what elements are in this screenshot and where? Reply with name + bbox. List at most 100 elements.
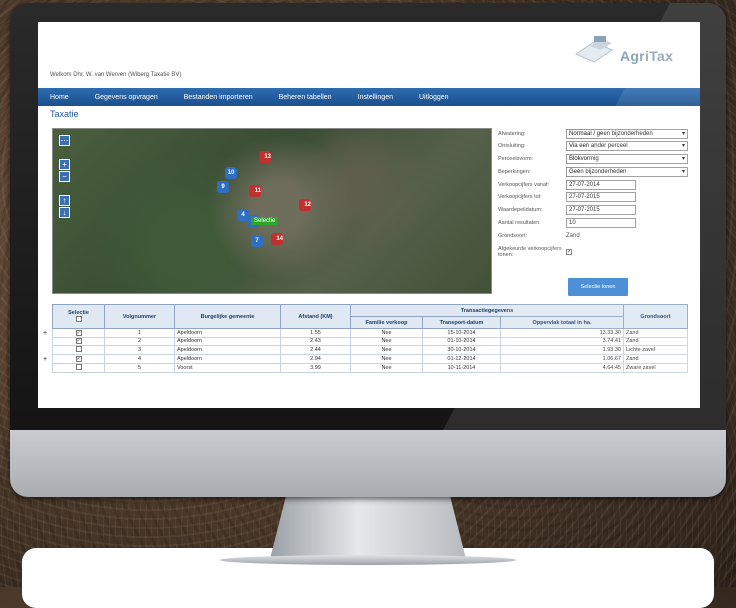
cell-nr: 5 bbox=[104, 362, 175, 373]
cell-nr: 4 bbox=[104, 354, 175, 364]
cell-opp: 1.93.30 bbox=[500, 345, 624, 356]
row-checkbox[interactable]: ✓ bbox=[75, 329, 82, 336]
cell-selectie: ✓ + bbox=[43, 328, 105, 338]
zoom-out-button[interactable]: − bbox=[59, 171, 70, 182]
cell-familie: Nee bbox=[350, 345, 423, 356]
satellite-map[interactable]: ⋯ + − ↑ ↓ 13 10 9 11 12 4 5 7 14 Selecti… bbox=[52, 128, 492, 294]
zoom-in-button[interactable]: + bbox=[59, 159, 70, 170]
selection-marker[interactable]: Selectie bbox=[251, 217, 279, 225]
cell-afstand: 3.99 bbox=[280, 362, 351, 373]
col-datum[interactable]: Transport-datum bbox=[422, 316, 501, 329]
map-pin[interactable]: 7 bbox=[251, 235, 263, 247]
nav-home[interactable]: Home bbox=[50, 94, 69, 101]
map-pin[interactable]: 12 bbox=[299, 199, 311, 211]
cell-familie: Nee bbox=[350, 362, 423, 373]
nav-uitloggen[interactable]: Uitloggen bbox=[419, 94, 449, 101]
ontsluiting-label: Ontsluiting: bbox=[498, 143, 526, 150]
pan-up-button[interactable]: ↑ bbox=[59, 195, 70, 206]
map-layers-button[interactable]: ⋯ bbox=[59, 135, 70, 146]
cell-opp: 4.64.45 bbox=[500, 362, 624, 373]
peildatum-label: Waardepeildatum: bbox=[498, 207, 543, 214]
afwatering-select[interactable]: Normaal / geen bijzonderheden bbox=[566, 128, 688, 139]
cell-grond: Zand bbox=[623, 336, 688, 347]
ontsluiting-select[interactable]: Via een ander perceel bbox=[566, 141, 688, 152]
col-gemeente[interactable]: Burgelijke gemeente bbox=[174, 304, 281, 329]
cell-datum: 01-12-2014 bbox=[422, 354, 501, 364]
cell-afstand: 2.94 bbox=[280, 354, 351, 364]
nav-gegevens-opvragen[interactable]: Gegevens opvragen bbox=[95, 94, 158, 101]
row-checkbox[interactable] bbox=[75, 363, 82, 370]
cell-grond: Zand bbox=[623, 354, 688, 364]
cell-datum: 30-10-2014 bbox=[422, 345, 501, 356]
col-afstand[interactable]: Afstand (KM) bbox=[280, 304, 351, 329]
cell-afstand: 1.55 bbox=[280, 328, 351, 338]
header: Welkom Dhr. W. van Werven (Wiberg Taxati… bbox=[38, 22, 700, 88]
map-pin[interactable]: 9 bbox=[217, 181, 229, 193]
monitor-stand bbox=[270, 497, 466, 559]
peildatum-input[interactable]: 27-07-2015 bbox=[566, 205, 636, 216]
cell-gemeente: Apeldoorn bbox=[174, 336, 281, 347]
afgekeurde-checkbox[interactable]: ✓ bbox=[566, 249, 572, 256]
table-row[interactable]: 5 Voorst 3.99 Nee 10-11-2014 4.64.45 Zware zav… bbox=[52, 362, 688, 373]
aantal-input[interactable]: 10 bbox=[566, 218, 636, 229]
cell-afstand: 2.43 bbox=[280, 336, 351, 347]
col-familie[interactable]: Familie verkoop bbox=[350, 316, 423, 329]
cell-nr: 3 bbox=[104, 345, 175, 356]
cell-selectie: ✓ + bbox=[43, 354, 105, 364]
nav-bestanden-importeren[interactable]: Bestanden importeren bbox=[184, 94, 253, 101]
table-row[interactable]: ✓ +4 Apeldoorn 2.94 Nee 01-12-2014 1.06.67 Zand bbox=[43, 354, 688, 364]
expand-row-icon[interactable]: + bbox=[43, 356, 47, 363]
map-pin[interactable]: 10 bbox=[225, 167, 237, 179]
cell-datum: 10-11-2014 bbox=[422, 362, 501, 373]
perceelsvorm-select[interactable]: Blokvormig bbox=[566, 154, 688, 165]
screen: Welkom Dhr. W. van Werven (Wiberg Taxati… bbox=[38, 22, 700, 408]
cell-selectie bbox=[52, 362, 105, 373]
row-checkbox[interactable]: ✓ bbox=[75, 338, 82, 345]
cell-gemeente: Apeldoorn bbox=[174, 354, 281, 364]
col-volgnummer[interactable]: Volgnummer bbox=[104, 304, 175, 329]
cell-datum: 01-10-2014 bbox=[422, 336, 501, 347]
nav-instellingen[interactable]: Instellingen bbox=[358, 94, 393, 101]
cell-opp: 3.74.41 bbox=[500, 336, 624, 347]
beperkingen-select[interactable]: Geen bijzonderheden bbox=[566, 166, 688, 177]
results-table: Selectie Volgnummer Burgelijke gemeente … bbox=[43, 304, 688, 373]
afgekeurde-label: Afgekeurde verkoopcijfers tonen: bbox=[498, 246, 562, 259]
grondsoort-label: Grondsoort: bbox=[498, 232, 528, 239]
main-nav: Home Gegevens opvragen Bestanden importe… bbox=[38, 88, 700, 106]
cell-gemeente: Apeldoorn bbox=[174, 328, 281, 338]
nav-beheren-tabellen[interactable]: Beheren tabellen bbox=[279, 94, 332, 101]
row-checkbox[interactable]: ✓ bbox=[75, 355, 82, 362]
perceelsvorm-label: Perceelsvorm: bbox=[498, 156, 534, 163]
cell-familie: Nee bbox=[350, 354, 423, 364]
pan-down-button[interactable]: ↓ bbox=[59, 207, 70, 218]
monitor-base bbox=[220, 555, 516, 565]
cell-nr: 2 bbox=[104, 336, 175, 347]
vanaf-input[interactable]: 27-07-2014 bbox=[566, 179, 636, 190]
aantal-label: Aantal resultaten: bbox=[498, 220, 541, 227]
map-pin[interactable]: 11 bbox=[249, 185, 261, 197]
table-row[interactable]: 3 Apeldoorn 2.44 Nee 30-10-2014 1.93.30 Lichte… bbox=[52, 345, 688, 356]
select-all-checkbox[interactable] bbox=[75, 315, 82, 322]
cell-datum: 15-10-2014 bbox=[422, 328, 501, 338]
cell-opp: 13.33.30 bbox=[500, 328, 624, 338]
expand-row-icon[interactable]: + bbox=[43, 330, 47, 337]
afwatering-label: Afwatering: bbox=[498, 130, 526, 137]
map-pin[interactable]: 14 bbox=[271, 233, 283, 245]
logo-icon bbox=[574, 36, 614, 63]
cell-afstand: 2.44 bbox=[280, 345, 351, 356]
cell-grond: Zand bbox=[623, 328, 688, 338]
page-title: Taxatie bbox=[50, 109, 79, 119]
cell-gemeente: Apeldoorn bbox=[174, 345, 281, 356]
grondsoort-value: Zand bbox=[566, 232, 580, 239]
col-oppervlak[interactable]: Oppervlak totaal in ha. bbox=[500, 316, 624, 329]
map-pin[interactable]: 13 bbox=[259, 151, 271, 163]
table-row[interactable]: ✓ 2 Apeldoorn 2.43 Nee 01-10-2014 3.74.41 Zand bbox=[52, 336, 688, 347]
tot-input[interactable]: 27-07-2015 bbox=[566, 192, 636, 203]
row-checkbox[interactable] bbox=[75, 346, 82, 353]
welcome-text: Welkom Dhr. W. van Werven (Wiberg Taxati… bbox=[50, 72, 182, 78]
col-grondsoort[interactable]: Grondsoort bbox=[623, 304, 688, 329]
selectie-tonen-button[interactable]: Selectie tonen bbox=[568, 278, 628, 296]
table-row[interactable]: ✓ +1 Apeldoorn 1.55 Nee 15-10-2014 13.33.30 Zan… bbox=[43, 328, 688, 338]
beperkingen-label: Beperkingen: bbox=[498, 168, 531, 175]
tot-label: Verkoopcijfers tot: bbox=[498, 194, 542, 201]
